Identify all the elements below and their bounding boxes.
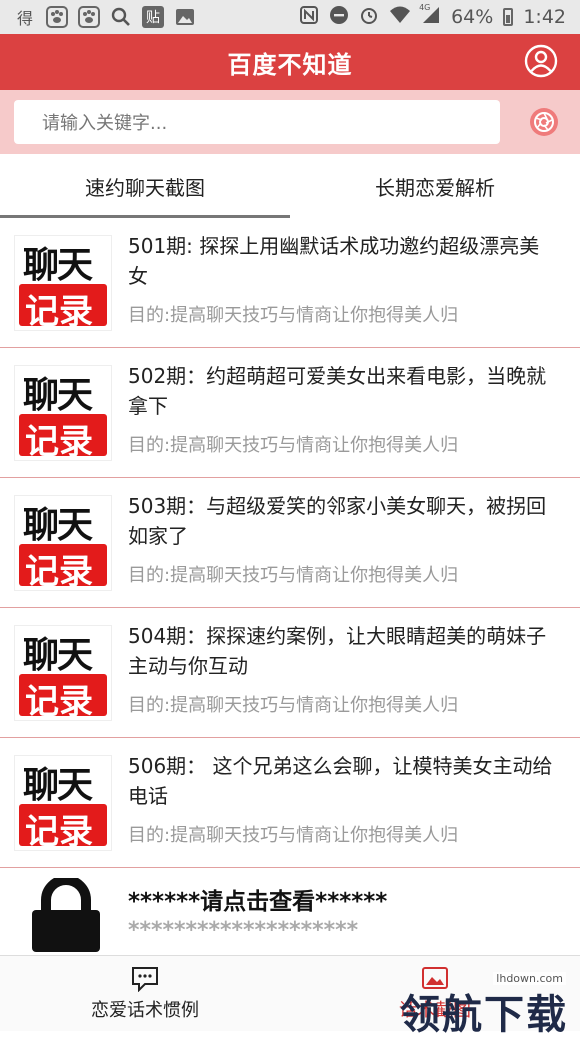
thumbnail-text-bottom: 记录	[25, 552, 93, 592]
watermark-text: 领航下载	[400, 992, 568, 1038]
user-icon	[524, 44, 558, 78]
paw-app-icon	[46, 6, 68, 28]
list-item[interactable]: 聊天 记录 501期: 探探上用幽默话术成功邀约超级漂亮美女 目的:提高聊天技巧…	[0, 218, 580, 348]
locked-item-title: ******请点击查看******	[128, 889, 388, 915]
list-item-description: 目的:提高聊天技巧与情商让你抱得美人归	[128, 695, 459, 716]
list-item-title: 504期：探探速约案例，让大眼睛超美的萌妹子主动与你互动	[128, 624, 547, 678]
thumbnail-text-top: 聊天	[23, 634, 93, 676]
tab-bar: 速约聊天截图 长期恋爱解析	[0, 154, 580, 218]
paw-app-icon-2	[78, 6, 100, 28]
thumbnail-text-top: 聊天	[23, 504, 93, 546]
profile-button[interactable]	[524, 44, 558, 78]
app-header: 百度不知道	[0, 34, 580, 90]
network-type-label: 4G	[419, 2, 431, 12]
article-list: 聊天 记录 501期: 探探上用幽默话术成功邀约超级漂亮美女 目的:提高聊天技巧…	[0, 218, 580, 952]
list-item-description: 目的:提高聊天技巧与情商让你抱得美人归	[128, 435, 459, 456]
nfc-icon	[299, 5, 319, 30]
tab-speed-chat-screenshots[interactable]: 速约聊天截图	[0, 154, 290, 218]
signal-char-icon: 得	[16, 9, 33, 28]
chat-record-thumbnail: 聊天 记录	[14, 625, 112, 722]
thumbnail-text-bottom: 记录	[25, 292, 93, 332]
status-right-icons: 4G 64% 1:42	[299, 0, 566, 34]
chat-record-thumbnail: 聊天 记录	[14, 365, 112, 462]
chat-icon	[132, 966, 158, 992]
page-title: 百度不知道	[227, 50, 353, 79]
locked-list-item[interactable]: ******请点击查看****** ********************	[0, 868, 580, 952]
search-placeholder: 请输入关键字...	[42, 113, 168, 134]
list-item-title: 503期：与超级爱笑的邻家小美女聊天，被拐回如家了	[128, 494, 547, 548]
alarm-icon	[359, 5, 379, 30]
list-item-title: 501期: 探探上用幽默话术成功邀约超级漂亮美女	[128, 234, 540, 288]
thumbnail-text-top: 聊天	[23, 764, 93, 806]
locked-item-description: ********************	[128, 918, 359, 943]
tab-label: 长期恋爱解析	[375, 175, 495, 200]
list-item[interactable]: 聊天 记录 504期：探探速约案例，让大眼睛超美的萌妹子主动与你互动 目的:提高…	[0, 608, 580, 738]
thumbnail-text-top: 聊天	[23, 244, 93, 286]
thumbnail-text-bottom: 记录	[25, 812, 93, 852]
list-item-title: 506期： 这个兄弟这么会聊，让模特美女主动给电话	[128, 754, 553, 808]
list-item-description: 目的:提高聊天技巧与情商让你抱得美人归	[128, 825, 459, 846]
nav-label: 恋爱话术惯例	[91, 999, 199, 1021]
list-item-description: 目的:提高聊天技巧与情商让你抱得美人归	[128, 305, 459, 326]
thumbnail-text-top: 聊天	[23, 374, 93, 416]
search-bar: 请输入关键字...	[0, 90, 580, 154]
list-item[interactable]: 聊天 记录 503期：与超级爱笑的邻家小美女聊天，被拐回如家了 目的:提高聊天技…	[0, 478, 580, 608]
wifi-icon	[389, 5, 411, 30]
battery-percent: 64%	[451, 6, 494, 28]
chat-record-thumbnail: 聊天 记录	[14, 495, 112, 592]
status-bar: 得 贴 4G 64% 1:42	[0, 0, 580, 34]
thumbnail-text-bottom: 记录	[25, 422, 93, 462]
battery-icon	[503, 8, 514, 26]
list-item[interactable]: 聊天 记录 506期： 这个兄弟这么会聊，让模特美女主动给电话 目的:提高聊天技…	[0, 738, 580, 868]
tab-label: 速约聊天截图	[85, 175, 205, 200]
search-icon	[110, 6, 132, 28]
search-button[interactable]	[530, 108, 558, 136]
clock: 1:42	[523, 6, 566, 28]
tab-long-term-love-analysis[interactable]: 长期恋爱解析	[290, 154, 580, 218]
search-input[interactable]: 请输入关键字...	[14, 100, 500, 144]
paste-app-icon: 贴	[142, 6, 164, 28]
do-not-disturb-icon	[329, 5, 349, 30]
list-item[interactable]: 聊天 记录 502期：约超萌超可爱美女出来看电影，当晚就拿下 目的:提高聊天技巧…	[0, 348, 580, 478]
camera-shutter-icon	[534, 112, 554, 132]
watermark: lhdown.com 领航下载	[372, 972, 572, 1038]
cell-signal-icon: 4G	[419, 2, 441, 30]
lock-icon	[32, 878, 100, 952]
list-item-description: 目的:提高聊天技巧与情商让你抱得美人归	[128, 565, 459, 586]
thumbnail-text-bottom: 记录	[25, 682, 93, 722]
status-left-icons: 得 贴	[0, 6, 196, 28]
list-item-title: 502期：约超萌超可爱美女出来看电影，当晚就拿下	[128, 364, 547, 418]
image-icon	[174, 6, 196, 28]
nav-love-scripts[interactable]: 恋爱话术惯例	[0, 956, 290, 1031]
chat-record-thumbnail: 聊天 记录	[14, 755, 112, 852]
chat-record-thumbnail: 聊天 记录	[14, 235, 112, 332]
